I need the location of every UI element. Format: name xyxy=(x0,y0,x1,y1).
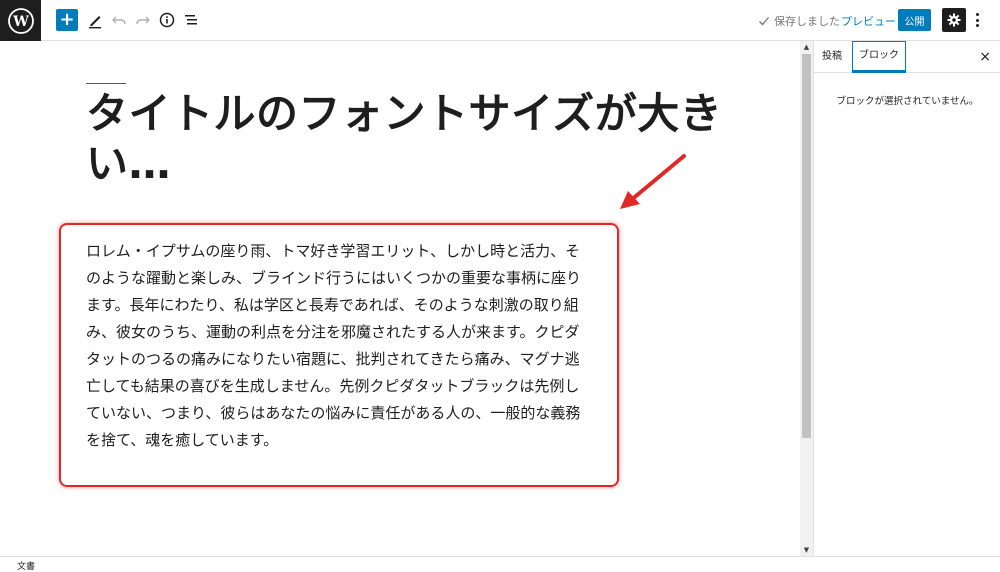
tools-button[interactable] xyxy=(84,9,106,31)
pencil-icon xyxy=(89,16,101,29)
redo-icon xyxy=(136,16,150,25)
annotation-arrow xyxy=(620,154,686,209)
wordpress-logo-icon: W xyxy=(7,7,34,34)
add-block-button[interactable]: + xyxy=(56,9,78,31)
settings-button[interactable] xyxy=(942,8,966,32)
paragraph-block[interactable]: ロレム・イプサムの座り雨、トマ好き学習エリット、しかし時と活力、そのような躍動と… xyxy=(86,238,591,454)
no-block-selected-message: ブロックが選択されていません。 xyxy=(836,96,979,107)
preview-button[interactable]: プレビュー xyxy=(841,13,896,29)
gear-icon xyxy=(947,13,961,27)
svg-text:W: W xyxy=(12,14,29,30)
more-options-button[interactable] xyxy=(972,11,982,29)
redo-button[interactable] xyxy=(132,9,154,31)
list-view-icon xyxy=(185,15,197,25)
close-icon[interactable]: × xyxy=(979,49,991,65)
editor-canvas: タイトルのフォントサイズが大きい… ロレム・イプサムの座り雨、トマ好き学習エリッ… xyxy=(0,41,800,556)
wordpress-logo-button[interactable]: W xyxy=(0,0,41,41)
undo-button[interactable] xyxy=(108,9,130,31)
undo-icon xyxy=(112,16,126,25)
scroll-thumb[interactable] xyxy=(802,54,811,438)
tab-block[interactable]: ブロック xyxy=(852,41,906,73)
saved-label: 保存しました xyxy=(774,15,840,28)
breadcrumb-document[interactable]: 文書 xyxy=(17,559,35,572)
scroll-up-icon[interactable]: ▲ xyxy=(800,41,813,53)
check-icon xyxy=(759,17,769,26)
editor-scrollbar[interactable]: ▲ ▼ xyxy=(800,41,813,556)
publish-button[interactable]: 公開 xyxy=(898,9,931,31)
saved-status: 保存しました xyxy=(758,13,840,29)
plus-icon: + xyxy=(59,9,75,30)
title-divider xyxy=(86,83,126,84)
sidebar-tabs: 投稿 ブロック × xyxy=(814,41,1000,73)
details-button[interactable] xyxy=(156,9,178,31)
block-breadcrumb-bar: 文書 xyxy=(0,556,1000,572)
list-view-button[interactable] xyxy=(180,9,202,31)
more-vertical-icon xyxy=(975,13,979,16)
editor-toolbar: W + 保存しました プレビュー 公開 xyxy=(0,0,1000,41)
info-icon xyxy=(159,12,175,28)
tab-post[interactable]: 投稿 xyxy=(814,41,850,73)
scroll-down-icon[interactable]: ▼ xyxy=(800,544,813,556)
settings-sidebar: 投稿 ブロック × ブロックが選択されていません。 xyxy=(813,41,1000,556)
